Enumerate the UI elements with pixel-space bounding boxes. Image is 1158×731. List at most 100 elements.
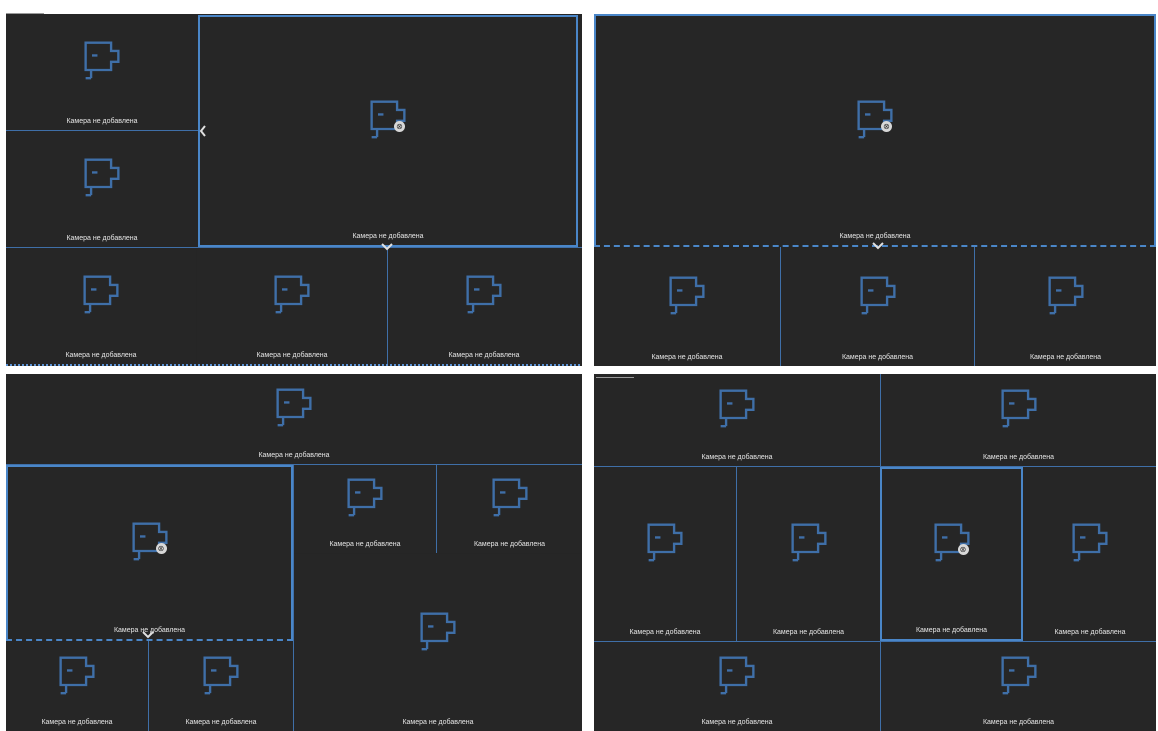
camera-slot-label: Камера не добавлена: [256, 352, 328, 359]
camera-slot-label: Камера не добавлена: [41, 719, 113, 726]
camera-icon: [84, 41, 120, 80]
camera-icon: [1047, 276, 1084, 315]
camera-slot-label: Камера не добавлена: [66, 118, 138, 125]
camera-slot[interactable]: Камера не добавлена: [975, 248, 1156, 366]
camera-slot-label: Камера не добавлена: [701, 454, 773, 461]
grid-divider: [594, 466, 1156, 467]
camera-slot[interactable]: Камера не добавлена: [197, 248, 387, 364]
camera-slot[interactable]: Камера не добавлена: [594, 467, 736, 641]
camera-icon: [1000, 389, 1037, 428]
chevron-down-icon[interactable]: [142, 631, 154, 639]
camera-slot[interactable]: Камера не добавлена: [437, 465, 582, 553]
camera-slot-label: Камера не добавлена: [402, 719, 474, 726]
camera-slot[interactable]: Камера не добавлена: [881, 642, 1156, 731]
camera-slot[interactable]: Камера не добавлена: [6, 248, 196, 364]
camera-slot-label: Камера не добавлена: [982, 454, 1055, 461]
camera-slot-label: Камера не добавлена: [473, 541, 546, 548]
camera-icon: [83, 275, 119, 314]
camera-slot-label: Камера не добавлена: [66, 235, 138, 242]
camera-icon: [859, 276, 896, 315]
grid-divider: [148, 641, 149, 731]
camera-icon: [59, 656, 95, 694]
remove-camera-icon[interactable]: ⊗: [881, 120, 892, 132]
chevron-left-icon[interactable]: [199, 125, 207, 137]
grid-divider: [780, 247, 781, 366]
grid-divider: [6, 130, 198, 131]
camera-slot[interactable]: Камера не добавлена: [149, 642, 293, 731]
camera-slot-label: Камера не добавлена: [629, 629, 701, 636]
camera-slot[interactable]: Камера не добавлена: [388, 248, 580, 364]
camera-slot-label: Камера не добавлена: [1029, 354, 1102, 361]
camera-icon: [347, 478, 383, 517]
camera-icon: [203, 656, 239, 694]
camera-slot[interactable]: Камера не добавлена: [6, 14, 198, 130]
camera-icon: [1072, 523, 1108, 562]
grid-divider: [387, 247, 388, 366]
camera-slot[interactable]: Камера не добавлена: [737, 467, 880, 641]
camera-icon: [84, 158, 120, 197]
camera-slot[interactable]: Камера не добавлена: [594, 374, 880, 466]
camera-icon: [370, 100, 406, 139]
camera-slot-label: Камера не добавлена: [915, 627, 988, 634]
camera-slot-label: Камера не добавлена: [701, 719, 773, 726]
grid-divider: [974, 247, 975, 366]
camera-icon: [274, 275, 310, 314]
camera-slot[interactable]: Камера не добавлена: [6, 642, 148, 731]
camera-slot-label: Камера не добавлена: [65, 352, 137, 359]
layout-top-right: ⊗ Камера не добавлена Камера не добавлен…: [594, 14, 1156, 366]
camera-icon: [1000, 656, 1037, 694]
grid-divider: [293, 464, 294, 731]
camera-slot-label: Камера не добавлена: [839, 233, 911, 240]
camera-icon: [647, 523, 683, 562]
grid-divider: [594, 641, 1156, 642]
camera-slot[interactable]: Камера не добавлена: [594, 642, 880, 731]
camera-icon: [466, 275, 502, 314]
camera-icon: [719, 656, 755, 694]
layout-bottom-right: Камера не добавлена Камера не добавлена …: [594, 374, 1156, 731]
camera-slot-selected[interactable]: ⊗ Камера не добавлена: [594, 14, 1156, 247]
remove-camera-icon[interactable]: ⊗: [155, 543, 167, 554]
camera-slot-label: Камера не добавлена: [352, 233, 424, 240]
scroll-indicator: [596, 377, 634, 378]
remove-camera-icon[interactable]: ⊗: [394, 121, 405, 132]
grid-divider: [736, 467, 737, 641]
grid-divider: [880, 374, 881, 467]
camera-icon: [131, 522, 168, 561]
camera-slot-label: Камера не добавлена: [258, 452, 330, 459]
camera-slot-label: Камера не добавлена: [329, 541, 401, 548]
selection-border: [6, 364, 582, 366]
camera-icon: [669, 276, 705, 315]
chevron-down-icon[interactable]: [872, 242, 884, 250]
camera-slot-label: Камера не добавлена: [772, 629, 845, 636]
camera-slot-selected[interactable]: ⊗ Камера не добавлена: [880, 467, 1023, 641]
camera-icon: [857, 100, 893, 138]
camera-slot-label: Камера не добавлена: [448, 352, 520, 359]
remove-camera-icon[interactable]: ⊗: [957, 544, 969, 555]
camera-slot[interactable]: Камера не добавлена: [6, 374, 582, 464]
camera-slot[interactable]: Камера не добавлена: [6, 131, 198, 247]
camera-slot-label: Камера не добавлена: [982, 719, 1055, 726]
camera-icon: [933, 523, 970, 562]
camera-slot[interactable]: Камера не добавлена: [594, 248, 780, 366]
camera-slot[interactable]: Камера не добавлена: [294, 554, 582, 731]
scroll-indicator: [6, 13, 44, 14]
chevron-down-icon[interactable]: [381, 243, 393, 251]
camera-slot-label: Камера не добавлена: [651, 354, 723, 361]
layout-bottom-left: Камера не добавлена ⊗ Камера не добавлен…: [6, 374, 582, 731]
camera-slot[interactable]: Камера не добавлена: [781, 248, 974, 366]
camera-slot-selected[interactable]: ⊗ Камера не добавлена: [198, 15, 578, 247]
camera-icon: [719, 389, 755, 428]
camera-icon: [420, 612, 456, 650]
camera-slot-label: Камера не добавлена: [185, 719, 257, 726]
camera-slot-label: Камера не добавлена: [841, 354, 914, 361]
camera-icon: [790, 523, 827, 562]
camera-slot[interactable]: Камера не добавлена: [881, 374, 1156, 466]
camera-slot-selected[interactable]: ⊗ Камера не добавлена: [6, 465, 293, 641]
camera-slot[interactable]: Камера не добавлена: [294, 465, 436, 553]
camera-slot[interactable]: Камера не добавлена: [1024, 467, 1156, 641]
camera-icon: [491, 478, 528, 517]
grid-divider: [436, 464, 437, 553]
grid-divider: [880, 641, 881, 731]
camera-slot-label: Камера не добавлена: [1054, 629, 1126, 636]
grid-divider: [6, 247, 582, 248]
